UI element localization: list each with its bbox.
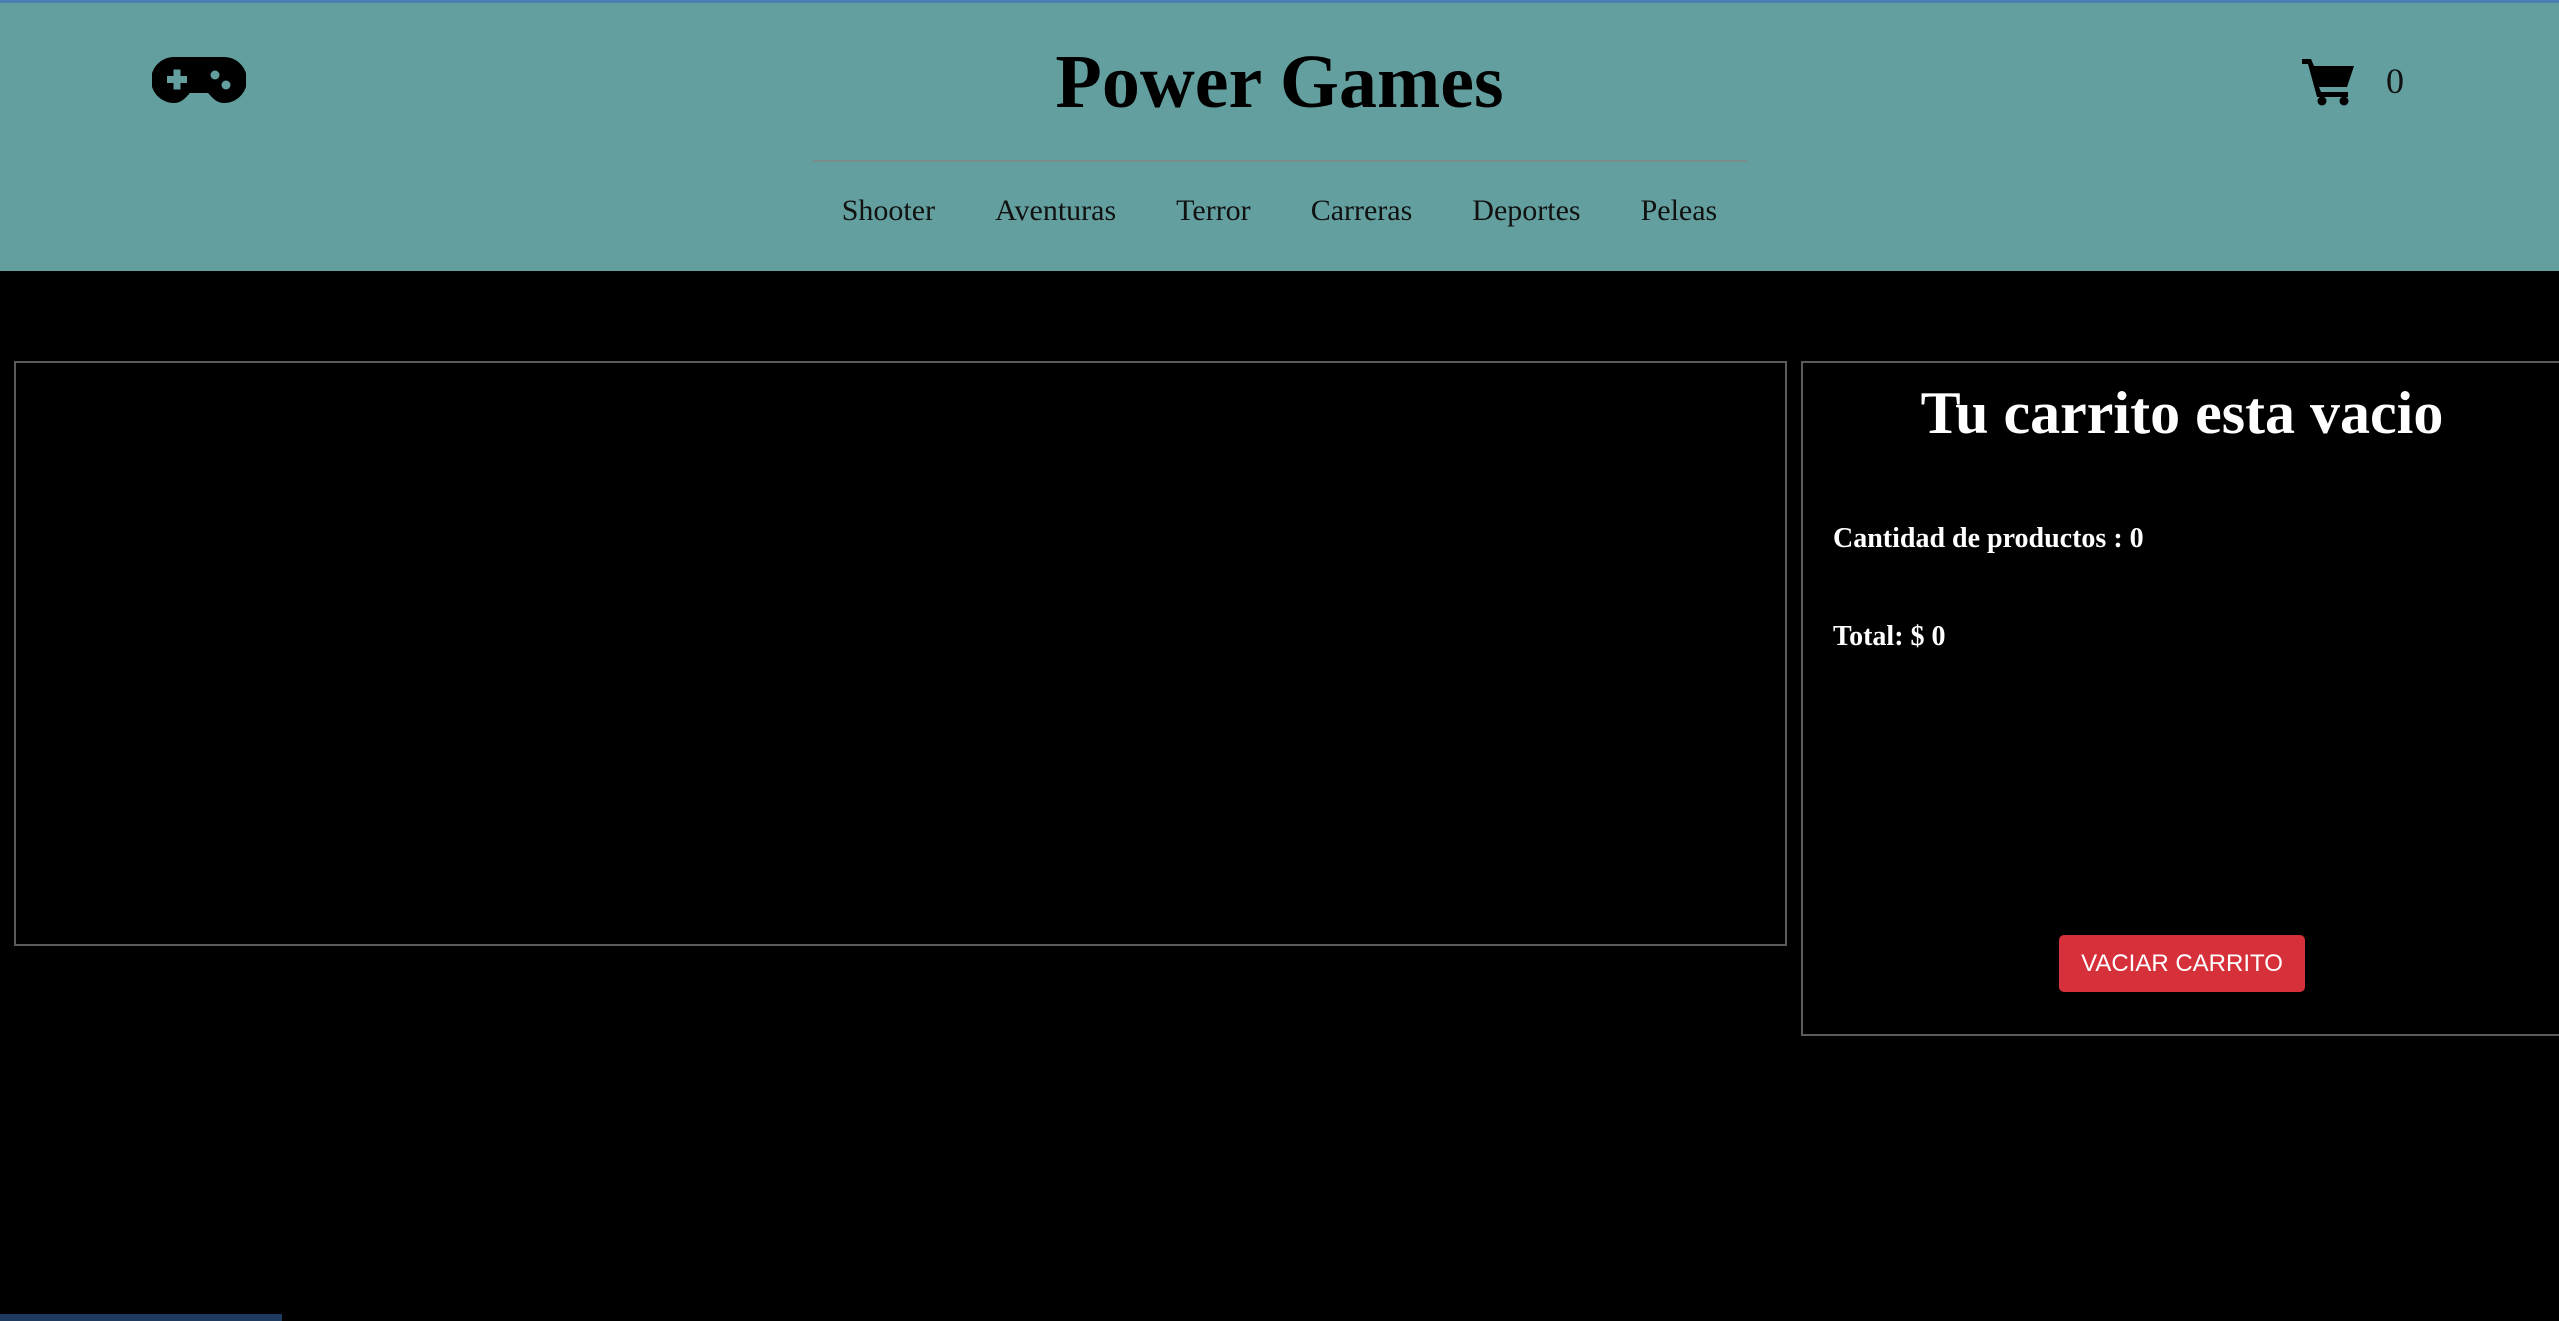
nav-item-shooter[interactable]: Shooter <box>812 189 965 233</box>
cart-count: 0 <box>2386 61 2404 101</box>
site-header: Power Games Shooter Aventuras Terror Car… <box>0 0 2559 271</box>
site-title: Power Games <box>1055 40 1504 124</box>
category-nav: Shooter Aventuras Terror Carreras Deport… <box>0 189 2559 233</box>
products-container <box>14 361 1787 946</box>
cart-panel: Tu carrito esta vacio Cantidad de produc… <box>1801 361 2559 1036</box>
empty-cart-button[interactable]: VACIAR CARRITO <box>2059 935 2305 992</box>
nav-item-deportes[interactable]: Deportes <box>1442 189 1610 233</box>
cart-widget[interactable]: 0 <box>2302 53 2404 109</box>
cart-icon[interactable] <box>2302 56 2356 106</box>
nav-item-terror[interactable]: Terror <box>1146 189 1281 233</box>
cart-total: Total: $ 0 <box>1833 621 1946 652</box>
cart-quantity: Cantidad de productos : 0 <box>1833 523 2144 554</box>
nav-item-aventuras[interactable]: Aventuras <box>965 189 1146 233</box>
bottom-scroll-indicator <box>0 1314 282 1321</box>
nav-item-carreras[interactable]: Carreras <box>1281 189 1443 233</box>
nav-item-peleas[interactable]: Peleas <box>1611 189 1748 233</box>
cart-title: Tu carrito esta vacio <box>1920 380 2444 446</box>
title-divider <box>813 160 1747 162</box>
